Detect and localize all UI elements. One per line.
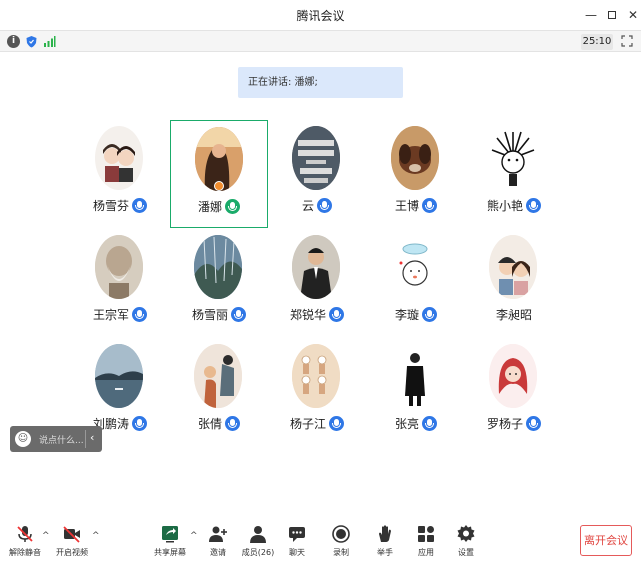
- microphone-speaking-icon[interactable]: [225, 199, 240, 214]
- participant-tile[interactable]: 李昶昭: [465, 229, 563, 337]
- leave-meeting-button[interactable]: 离开会议: [580, 525, 632, 556]
- avatar: [391, 235, 439, 299]
- chat-icon: [289, 527, 305, 542]
- speaking-indicator: 正在讲话: 潘娜;: [238, 67, 403, 98]
- participant-name: 张亮: [394, 417, 419, 431]
- avatar: [95, 235, 143, 299]
- settings-label: 设置: [458, 548, 474, 557]
- avatar: [489, 344, 537, 408]
- avatar: [292, 344, 340, 408]
- share-screen-icon: [162, 526, 178, 543]
- avatar: [194, 235, 242, 299]
- participant-name: 杨雪丽: [191, 308, 228, 322]
- share-screen-label: 共享屏幕: [154, 548, 186, 557]
- chat-button[interactable]: 聊天: [272, 518, 322, 563]
- participant-name: 熊小艳: [486, 199, 523, 213]
- microphone-icon[interactable]: [526, 416, 541, 431]
- chat-quick-input[interactable]: ☺ 说点什么... ‹: [10, 426, 102, 452]
- invite-user-icon: [209, 526, 227, 542]
- participant-tile[interactable]: 云: [268, 120, 366, 228]
- microphone-muted-icon: [17, 526, 33, 542]
- apps-grid-icon: [418, 526, 434, 542]
- participant-name: 郑锐华: [289, 308, 326, 322]
- avatar: [194, 344, 242, 408]
- participant-tile[interactable]: 杨雪芬: [71, 120, 169, 228]
- avatar: [391, 126, 439, 190]
- minimize-button[interactable]: —: [582, 6, 600, 24]
- status-bar: i 25:10: [0, 30, 641, 52]
- participant-name: 杨雪芬: [92, 199, 129, 213]
- meeting-timer: 25:10: [581, 34, 613, 50]
- avatar: [489, 126, 537, 190]
- raise-hand-icon: [379, 525, 391, 542]
- avatar: [489, 235, 537, 299]
- microphone-icon[interactable]: [422, 198, 437, 213]
- participant-name: 潘娜: [197, 200, 222, 214]
- maximize-button[interactable]: [603, 6, 621, 24]
- avatar: [292, 126, 340, 190]
- participant-tile[interactable]: 王博: [367, 120, 465, 228]
- record-icon: [332, 525, 350, 543]
- host-badge-icon: [214, 181, 224, 191]
- settings-button[interactable]: 设置: [441, 518, 491, 563]
- collapse-chevron-icon[interactable]: ‹: [90, 431, 94, 444]
- microphone-icon[interactable]: [132, 416, 147, 431]
- participant-tile[interactable]: 熊小艳: [465, 120, 563, 228]
- microphone-icon[interactable]: [526, 198, 541, 213]
- microphone-icon[interactable]: [422, 307, 437, 322]
- participant-name: 罗杨子: [486, 417, 523, 431]
- unmute-label: 解除静音: [9, 548, 41, 557]
- divider: [85, 430, 86, 448]
- camera-off-icon: [63, 526, 80, 543]
- microphone-icon[interactable]: [329, 416, 344, 431]
- record-label: 录制: [333, 548, 349, 557]
- microphone-icon[interactable]: [132, 307, 147, 322]
- microphone-icon[interactable]: [231, 307, 246, 322]
- microphone-icon[interactable]: [422, 416, 437, 431]
- participant-name: 李璇: [394, 308, 419, 322]
- emoji-icon[interactable]: ☺: [15, 431, 31, 447]
- participant-tile[interactable]: 张倩: [170, 338, 268, 446]
- participant-tile[interactable]: 罗杨子: [465, 338, 563, 446]
- participant-tile[interactable]: 李璇: [367, 229, 465, 337]
- participant-tile[interactable]: 王宗军: [71, 229, 169, 337]
- participant-tile-active-speaker[interactable]: 潘娜: [170, 120, 268, 228]
- shield-icon[interactable]: [25, 35, 38, 48]
- participant-name: 王博: [394, 199, 419, 213]
- avatar: [95, 126, 143, 190]
- share-screen-button[interactable]: 共享屏幕: [145, 518, 195, 563]
- microphone-icon[interactable]: [225, 416, 240, 431]
- title-bar: 腾讯会议 — ✕: [0, 0, 641, 30]
- members-icon: [250, 526, 266, 543]
- record-button[interactable]: 录制: [316, 518, 366, 563]
- bottom-toolbar: 解除静音 ^ 开启视频 ^ 共享屏幕 ^ 邀请 成员(26) 聊天 录制 举手 …: [0, 518, 641, 563]
- avatar: [391, 344, 439, 408]
- participant-name: 李昶昭: [495, 308, 532, 322]
- start-video-label: 开启视频: [56, 548, 88, 557]
- fullscreen-icon[interactable]: [621, 35, 633, 47]
- participant-tile[interactable]: 张亮: [367, 338, 465, 446]
- close-button[interactable]: ✕: [624, 6, 641, 24]
- participant-name: 云: [301, 199, 314, 213]
- microphone-icon[interactable]: [317, 198, 332, 213]
- avatar: [95, 344, 143, 408]
- signal-icon[interactable]: [43, 35, 56, 48]
- participant-tile[interactable]: 杨雪丽: [170, 229, 268, 337]
- chat-input-placeholder[interactable]: 说点什么...: [39, 433, 84, 446]
- info-icon[interactable]: i: [7, 35, 20, 48]
- gear-icon: [457, 525, 475, 542]
- participant-name: 王宗军: [92, 308, 129, 322]
- microphone-icon[interactable]: [329, 307, 344, 322]
- microphone-icon[interactable]: [132, 198, 147, 213]
- chat-label: 聊天: [289, 548, 305, 557]
- participant-tile[interactable]: 杨子江: [268, 338, 366, 446]
- participant-name: 张倩: [197, 417, 222, 431]
- participant-tile[interactable]: 郑锐华: [268, 229, 366, 337]
- window-title: 腾讯会议: [296, 9, 345, 23]
- start-video-button[interactable]: 开启视频: [47, 518, 97, 563]
- avatar: [292, 235, 340, 299]
- participant-name: 杨子江: [289, 417, 326, 431]
- video-options-chevron-up-icon[interactable]: ^: [92, 531, 100, 541]
